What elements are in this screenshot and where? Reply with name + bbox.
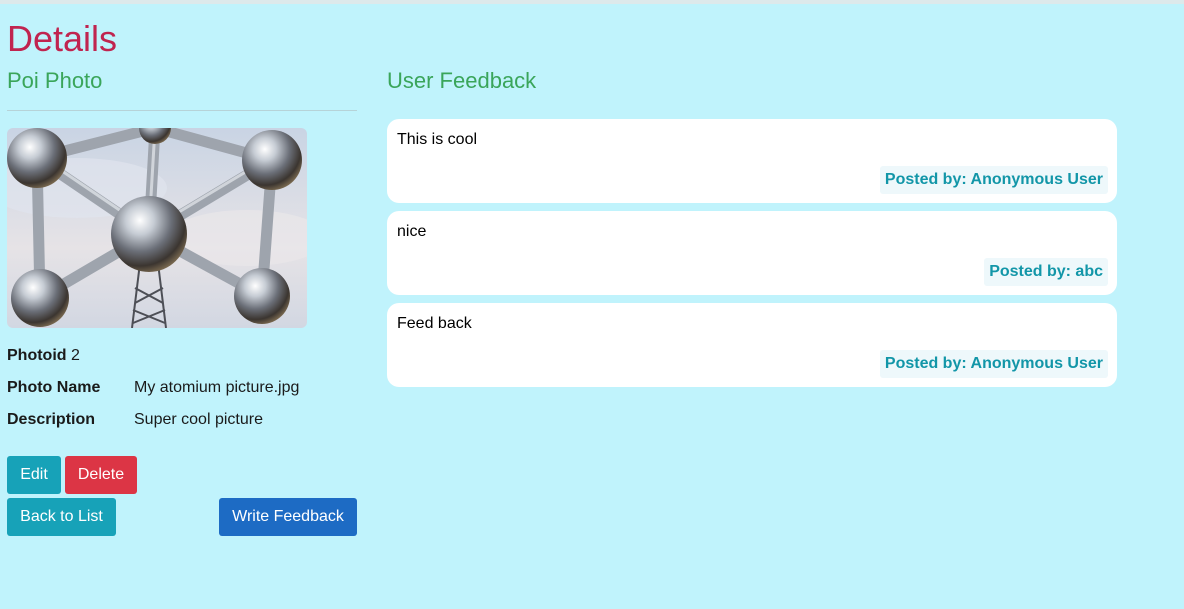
- feedback-author: Posted by: Anonymous User: [879, 166, 1108, 194]
- back-to-list-button[interactable]: Back to List: [7, 498, 116, 536]
- write-feedback-button[interactable]: Write Feedback: [219, 498, 357, 536]
- divider: [7, 110, 357, 111]
- photo-name-label: Photo Name: [7, 379, 101, 396]
- user-feedback-heading: User Feedback: [387, 68, 537, 93]
- feedback-text: nice: [397, 223, 427, 240]
- photoid-label: Photoid: [7, 347, 67, 364]
- feedback-card: nice Posted by: abc: [387, 211, 1117, 295]
- poi-photo-heading: Poi Photo: [7, 68, 103, 93]
- top-bar: [0, 0, 1184, 4]
- description-label: Description: [7, 411, 96, 428]
- feedback-text: This is cool: [397, 131, 478, 148]
- page-title: Details: [7, 18, 118, 59]
- feedback-card: Feed back Posted by: Anonymous User: [387, 303, 1117, 387]
- feedback-card: This is cool Posted by: Anonymous User: [387, 119, 1117, 203]
- photo-name-value: My atomium picture.jpg: [134, 379, 300, 396]
- feedback-author: Posted by: abc: [984, 258, 1108, 286]
- photoid-value: 2: [71, 347, 80, 364]
- description-value: Super cool picture: [134, 411, 263, 428]
- delete-button[interactable]: Delete: [65, 456, 137, 494]
- feedback-author: Posted by: Anonymous User: [879, 350, 1108, 378]
- feedback-text: Feed back: [397, 315, 472, 332]
- poi-photo: [7, 128, 307, 328]
- edit-button[interactable]: Edit: [7, 456, 61, 494]
